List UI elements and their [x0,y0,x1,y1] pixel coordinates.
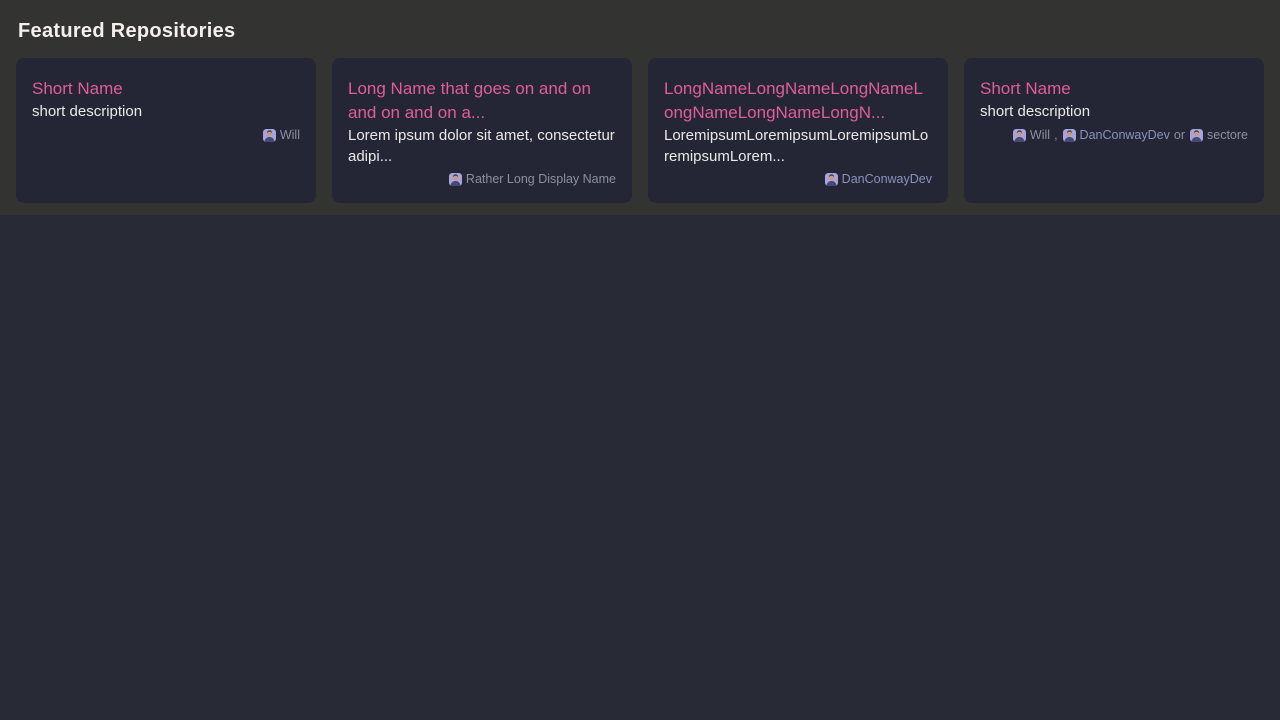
maintainer-name[interactable]: Will [1030,128,1050,143]
maintainer-name[interactable]: DanConwayDev [842,172,932,187]
maintainer-separator: or [1174,128,1185,143]
repo-name[interactable]: LongNameLongNameLongNameLongNameLongName… [664,77,932,125]
repo-cards-row: Short Name short description Will Long N… [16,58,1264,203]
repo-card[interactable]: LongNameLongNameLongNameLongNameLongName… [648,58,948,203]
featured-repositories-section: Featured Repositories Short Name short d… [0,0,1280,215]
maintainers-row: Will , DanConwayDev or sectore [980,128,1248,143]
repo-name[interactable]: Long Name that goes on and on and on and… [348,77,616,125]
avatar-icon [263,129,276,142]
section-title: Featured Repositories [18,20,1264,43]
repo-card[interactable]: Short Name short description Will , DanC… [964,58,1264,203]
repo-description: short description [32,102,300,123]
maintainer-name[interactable]: Rather Long Display Name [466,172,616,187]
maintainer-name[interactable]: Will [280,128,300,143]
maintainers-row: Rather Long Display Name [348,172,616,187]
repo-name[interactable]: Short Name [980,77,1248,101]
maintainers-row: Will [32,128,300,143]
maintainer-name[interactable]: sectore [1207,128,1248,143]
maintainer: DanConwayDev [825,172,932,187]
avatar-icon [1190,129,1203,142]
repo-description: Lorem ipsum dolor sit amet, consectetur … [348,126,616,167]
repo-description: LoremipsumLoremipsumLoremipsumLoremipsum… [664,126,932,167]
maintainer: Will , [1013,128,1058,143]
maintainer: Will [263,128,300,143]
avatar-icon [1013,129,1026,142]
repo-name[interactable]: Short Name [32,77,300,101]
maintainer: DanConwayDev or [1063,128,1185,143]
repo-description: short description [980,102,1248,123]
avatar-icon [825,173,838,186]
maintainer-name[interactable]: DanConwayDev [1080,128,1170,143]
repo-card[interactable]: Short Name short description Will [16,58,316,203]
maintainer-separator: , [1054,128,1057,143]
avatar-icon [1063,129,1076,142]
maintainers-row: DanConwayDev [664,172,932,187]
avatar-icon [449,173,462,186]
repo-card[interactable]: Long Name that goes on and on and on and… [332,58,632,203]
maintainer: Rather Long Display Name [449,172,616,187]
maintainer: sectore [1190,128,1248,143]
